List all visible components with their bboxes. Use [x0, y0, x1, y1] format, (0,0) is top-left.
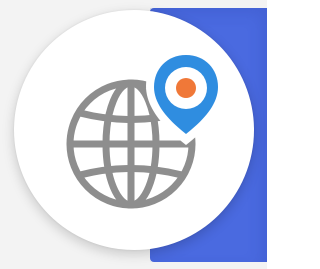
globe-location-icon — [66, 46, 226, 209]
icon-tile — [0, 0, 267, 269]
